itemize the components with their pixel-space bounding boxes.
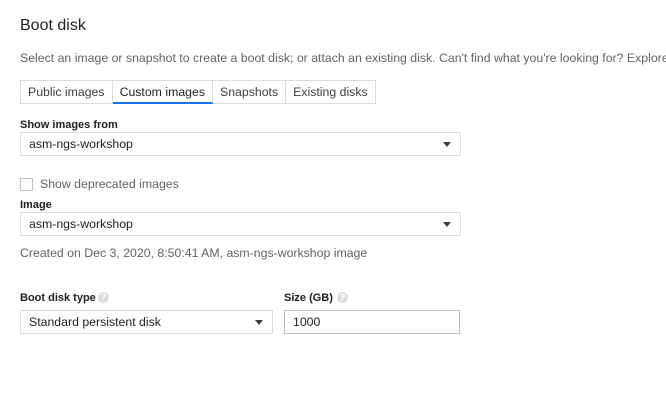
show-deprecated-label[interactable]: Show deprecated images: [40, 177, 179, 191]
image-source-tabs: Public images Custom images Snapshots Ex…: [20, 80, 376, 104]
chevron-down-icon: [443, 222, 451, 227]
show-deprecated-checkbox[interactable]: [20, 178, 33, 191]
size-label: Size (GB): [284, 292, 333, 304]
chevron-down-icon: [443, 142, 451, 147]
show-images-from-select[interactable]: asm-ngs-workshop: [20, 132, 461, 156]
tab-existing-disks[interactable]: Existing disks: [286, 80, 376, 104]
help-icon[interactable]: ?: [337, 292, 348, 303]
boot-disk-type-label: Boot disk type: [20, 292, 96, 304]
image-created-info: Created on Dec 3, 2020, 8:50:41 AM, asm-…: [20, 246, 368, 260]
image-value: asm-ngs-workshop: [29, 217, 133, 231]
boot-disk-type-select[interactable]: Standard persistent disk: [20, 310, 273, 334]
tab-public-images[interactable]: Public images: [20, 80, 113, 104]
show-images-from-label: Show images from: [20, 119, 118, 131]
section-title: Boot disk: [20, 17, 86, 34]
chevron-down-icon: [255, 320, 263, 325]
help-icon[interactable]: ?: [98, 292, 109, 303]
section-description: Select an image or snapshot to create a …: [20, 51, 666, 65]
tab-snapshots[interactable]: Snapshots: [213, 80, 287, 104]
tab-custom-images[interactable]: Custom images: [112, 80, 213, 104]
size-input[interactable]: 1000: [284, 310, 460, 334]
show-images-from-value: asm-ngs-workshop: [29, 137, 133, 151]
image-select[interactable]: asm-ngs-workshop: [20, 212, 461, 236]
boot-disk-type-value: Standard persistent disk: [29, 315, 161, 329]
image-label: Image: [20, 199, 52, 211]
